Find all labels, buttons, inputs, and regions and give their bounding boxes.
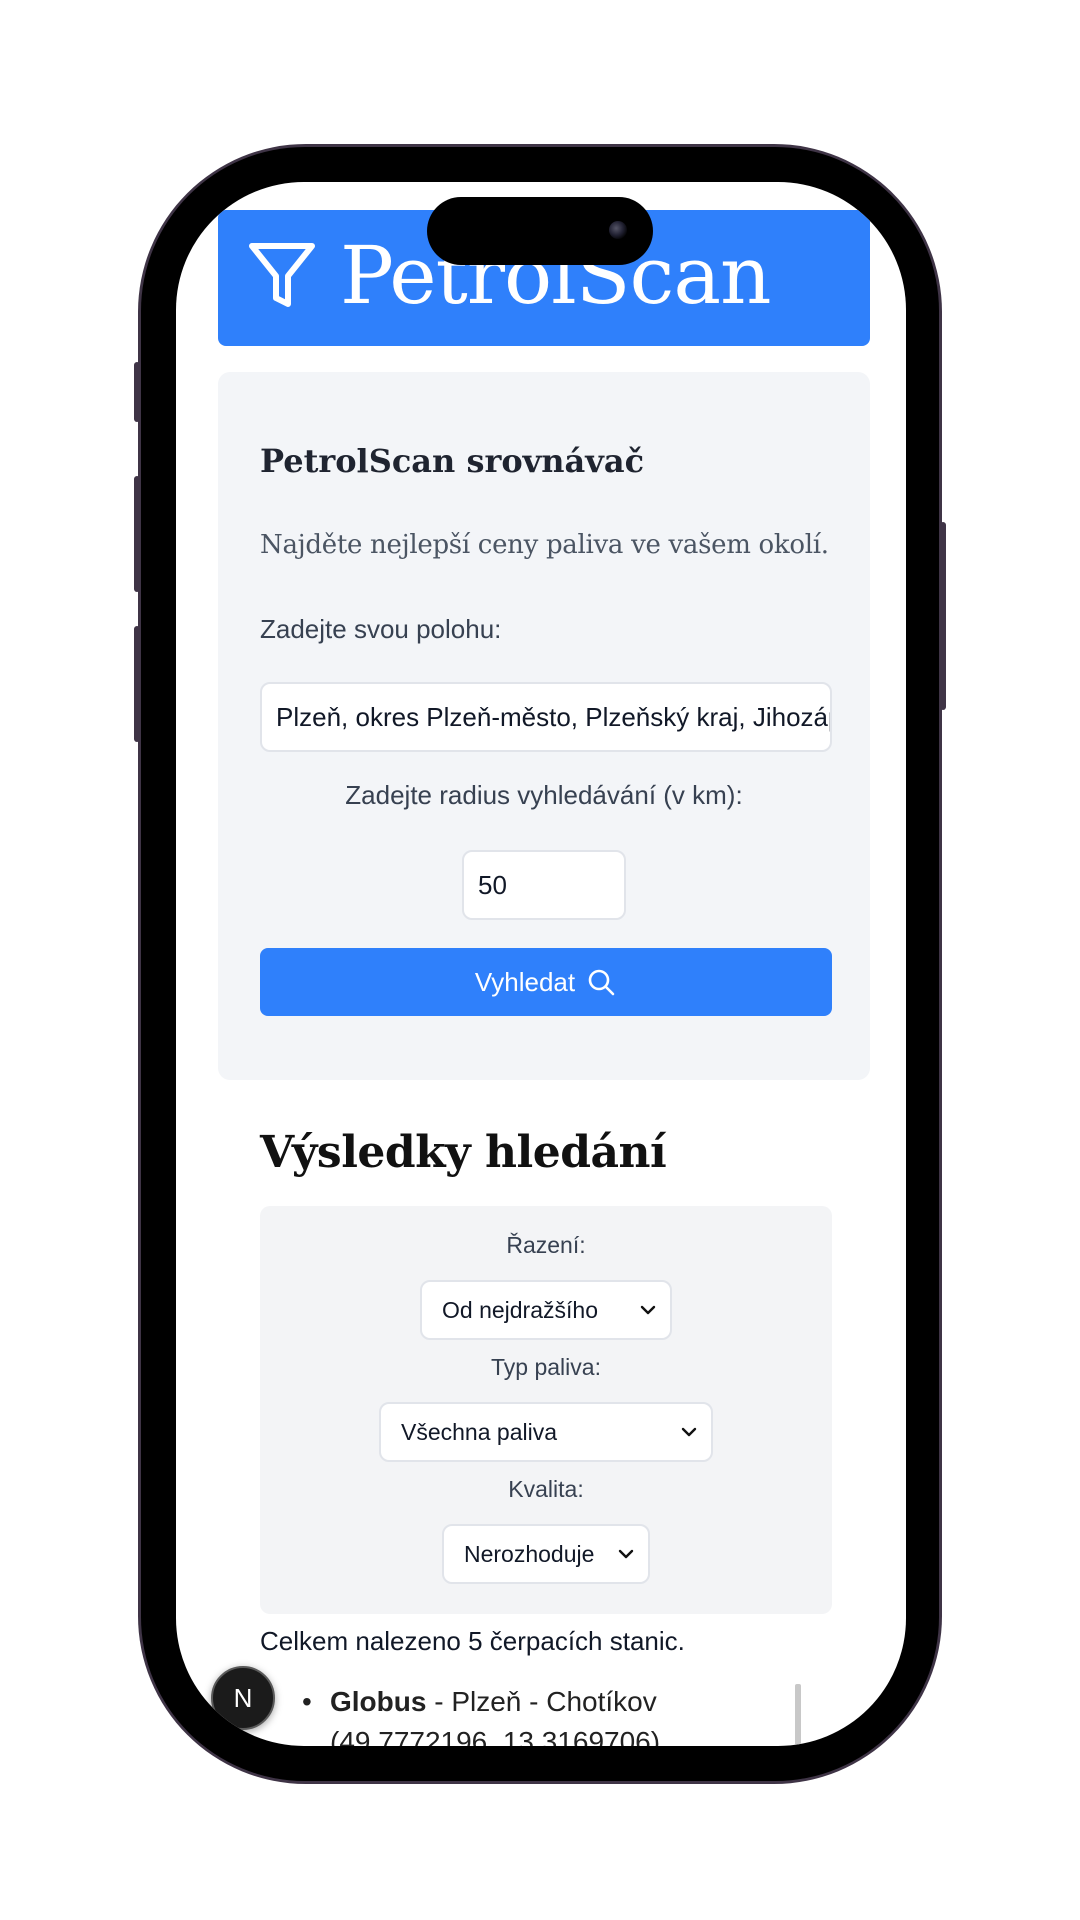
search-button[interactable]: Vyhledat bbox=[260, 948, 832, 1016]
fuel-type-label: Typ paliva: bbox=[491, 1354, 601, 1380]
chevron-down-icon bbox=[681, 1427, 697, 1437]
phone-screen: PetrolScan PetrolScan srovnávač Najděte … bbox=[176, 182, 906, 1746]
station-coordinates: (49.7772196, 13.3169706) bbox=[330, 1726, 661, 1746]
volume-down-button bbox=[134, 626, 140, 742]
camera-lens bbox=[609, 221, 627, 239]
search-subtitle: Najděte nejlepší ceny paliva ve vašem ok… bbox=[260, 530, 829, 560]
power-button bbox=[940, 522, 946, 710]
chevron-down-icon bbox=[640, 1305, 656, 1315]
action-button bbox=[134, 362, 140, 422]
station-location: - Plzeň - Chotíkov bbox=[426, 1686, 657, 1717]
search-heading: PetrolScan srovnávač bbox=[260, 442, 645, 480]
filter-funnel-icon bbox=[249, 243, 315, 307]
station-name: Globus bbox=[330, 1686, 427, 1717]
filters-panel: Řazení: Od nejdražšího Typ paliva: Všech… bbox=[260, 1206, 832, 1614]
sort-select[interactable]: Od nejdražšího bbox=[420, 1280, 672, 1340]
volume-up-button bbox=[134, 476, 140, 592]
location-label: Zadejte svou polohu: bbox=[260, 614, 502, 644]
sort-label: Řazení: bbox=[506, 1232, 586, 1258]
dynamic-island bbox=[427, 197, 653, 265]
quality-select[interactable]: Nerozhoduje bbox=[442, 1524, 650, 1584]
fuel-type-select[interactable]: Všechna paliva bbox=[379, 1402, 713, 1462]
radius-label: Zadejte radius vyhledávání (v km): bbox=[345, 780, 743, 810]
nextjs-logo-icon: N bbox=[233, 1682, 253, 1713]
chevron-down-icon bbox=[618, 1549, 634, 1559]
results-count: Celkem nalezeno 5 čerpacích stanic. bbox=[260, 1626, 685, 1656]
fuel-type-select-value: Všechna paliva bbox=[401, 1418, 557, 1445]
location-input[interactable]: Plzeň, okres Plzeň-město, Plzeňský kraj,… bbox=[260, 682, 832, 752]
results-list: • Globus - Plzeň - Chotíkov (49.7772196,… bbox=[260, 1682, 820, 1746]
results-heading: Výsledky hledání bbox=[260, 1127, 667, 1178]
results-scrollbar[interactable] bbox=[795, 1684, 801, 1746]
search-card: PetrolScan srovnávač Najděte nejlepší ce… bbox=[218, 372, 870, 1080]
radius-input[interactable]: 50 bbox=[462, 850, 626, 920]
quality-label: Kvalita: bbox=[508, 1476, 584, 1502]
bullet-icon: • bbox=[302, 1686, 312, 1717]
sort-select-value: Od nejdražšího bbox=[442, 1296, 598, 1323]
list-item[interactable]: • Globus - Plzeň - Chotíkov (49.7772196,… bbox=[260, 1682, 820, 1746]
search-button-label: Vyhledat bbox=[474, 966, 576, 997]
quality-select-value: Nerozhoduje bbox=[464, 1540, 595, 1567]
nextjs-dev-badge[interactable]: N bbox=[211, 1666, 275, 1730]
search-icon bbox=[588, 969, 615, 996]
